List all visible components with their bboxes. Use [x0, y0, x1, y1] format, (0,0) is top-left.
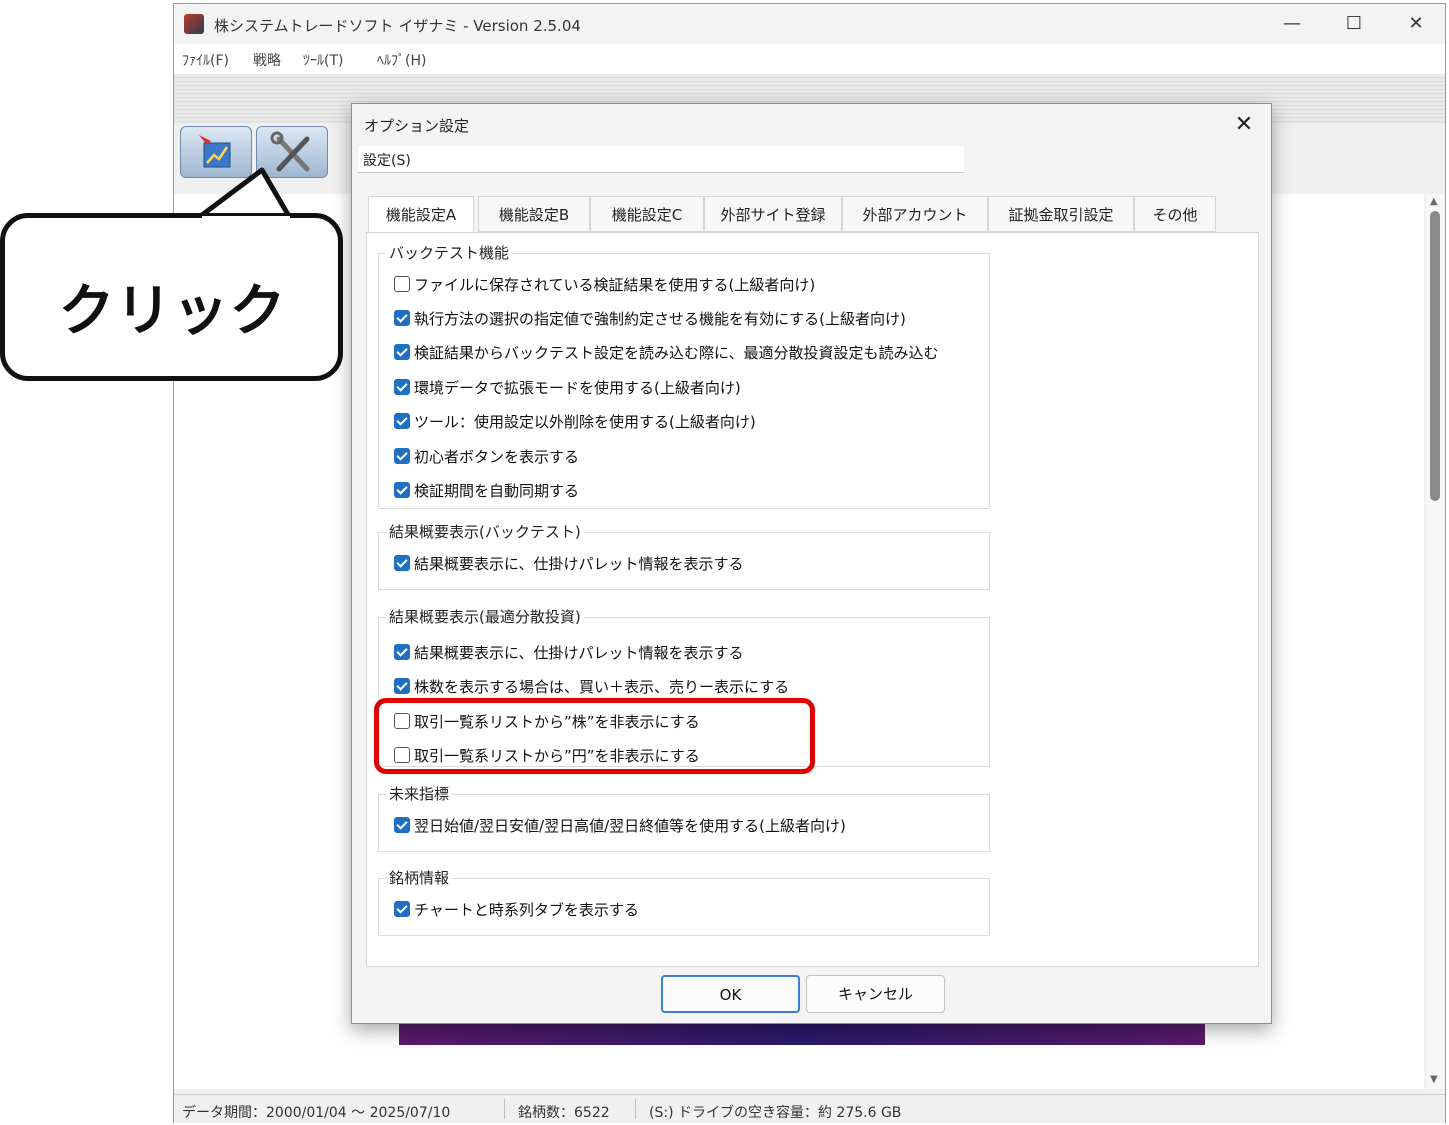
chart-icon — [199, 135, 231, 168]
checkbox-label: ツール：使用設定以外削除を使用する(上級者向け) — [414, 413, 756, 431]
checkbox[interactable] — [394, 413, 410, 429]
menu-tools[interactable]: ﾂｰﾙ(T) — [303, 50, 343, 70]
callout-tail-cover — [202, 216, 290, 228]
callout-text: クリック — [58, 279, 287, 344]
checkbox[interactable] — [394, 379, 410, 395]
title-bar: 株システムトレードソフト イザナミ - Version 2.5.04 — ☐ ✕ — [174, 4, 1445, 44]
window-close-button[interactable]: ✕ — [1394, 10, 1438, 38]
highlight-annotation — [374, 698, 815, 774]
checkbox[interactable] — [394, 344, 410, 360]
checkbox-label: 株数を表示する場合は、買い＋表示、売りー表示にする — [414, 678, 790, 696]
menu-help[interactable]: ﾍﾙﾌﾟ(H) — [377, 50, 426, 70]
group-title: バックテスト機能 — [386, 242, 513, 263]
window-title: 株システムトレードソフト イザナミ - Version 2.5.04 — [214, 17, 581, 35]
checkbox[interactable] — [394, 482, 410, 498]
menu-file[interactable]: ﾌｧｲﾙ(F) — [182, 50, 229, 70]
status-data-period: データ期間：2000/01/04 ～ 2025/07/10 — [182, 1105, 451, 1121]
status-drive-space: (S:) ドライブの空き容量：約 275.6 GB — [649, 1105, 902, 1121]
tab-external-accounts[interactable]: 外部アカウント — [842, 196, 988, 232]
tab-panel: バックテスト機能 ファイルに保存されている検証結果を使用する(上級者向け) 執行… — [366, 232, 1259, 967]
dialog-title: オプション設定 — [364, 117, 470, 135]
checkbox-label: 翌日始値/翌日安値/翌日高値/翌日終値等を使用する(上級者向け) — [414, 817, 846, 835]
status-bar: データ期間：2000/01/04 ～ 2025/07/10 銘柄数：6522 (… — [174, 1094, 1445, 1123]
status-stock-count: 銘柄数：6522 — [518, 1105, 610, 1121]
checkbox-label: 結果概要表示に、仕掛けパレット情報を表示する — [414, 555, 744, 573]
checkbox-label: 初心者ボタンを表示する — [414, 448, 580, 466]
menu-strategy[interactable]: 戦略 — [253, 50, 281, 70]
scroll-down-arrow-icon[interactable]: ▼ — [1430, 1074, 1438, 1085]
tab-features-c[interactable]: 機能設定C — [590, 196, 704, 232]
tab-features-a[interactable]: 機能設定A — [368, 196, 474, 233]
maximize-button[interactable]: ☐ — [1332, 10, 1376, 38]
status-divider — [635, 1099, 636, 1119]
checkbox[interactable] — [394, 817, 410, 833]
checkbox[interactable] — [394, 901, 410, 917]
dialog-close-button[interactable]: ✕ — [1228, 110, 1260, 140]
group-title: 結果概要表示(最適分散投資) — [386, 606, 584, 627]
checkbox[interactable] — [394, 644, 410, 660]
checkbox-label: ファイルに保存されている検証結果を使用する(上級者向け) — [414, 276, 816, 294]
tab-margin-trading[interactable]: 証拠金取引設定 — [988, 196, 1134, 232]
checkbox-label: 執行方法の選択の指定値で強制約定させる機能を有効にする(上級者向け) — [414, 310, 906, 328]
checkbox[interactable] — [394, 678, 410, 694]
checkbox-label: チャートと時系列タブを表示する — [414, 901, 639, 919]
options-dialog: オプション設定 ✕ 設定(S) 機能設定A 機能設定B 機能設定C 外部サイト登… — [351, 103, 1272, 1024]
click-callout: クリック — [0, 213, 343, 381]
group-title: 未来指標 — [386, 783, 453, 804]
checkbox-label: 検証期間を自動同期する — [414, 482, 580, 500]
tools-icon — [270, 131, 310, 172]
scroll-up-arrow-icon[interactable]: ▲ — [1430, 196, 1438, 207]
menu-bar: ﾌｧｲﾙ(F) 戦略 ﾂｰﾙ(T) ﾍﾙﾌﾟ(H) — [174, 44, 1445, 75]
dialog-menu-settings[interactable]: 設定(S) — [363, 150, 411, 170]
cancel-button[interactable]: キャンセル — [806, 975, 945, 1013]
scrollbar-thumb[interactable] — [1430, 211, 1440, 501]
dialog-menu-bar: 設定(S) — [358, 146, 964, 173]
tab-strip: 機能設定A 機能設定B 機能設定C 外部サイト登録 外部アカウント 証拠金取引設… — [368, 196, 1248, 233]
checkbox-label: 環境データで拡張モードを使用する(上級者向け) — [414, 379, 741, 397]
tools-button[interactable] — [256, 126, 328, 178]
app-icon — [184, 14, 204, 34]
status-divider — [504, 1099, 505, 1119]
tab-external-sites[interactable]: 外部サイト登録 — [704, 196, 842, 232]
minimize-button[interactable]: — — [1270, 10, 1314, 38]
checkbox[interactable] — [394, 310, 410, 326]
checkbox[interactable] — [394, 555, 410, 571]
tab-features-b[interactable]: 機能設定B — [478, 196, 590, 232]
ok-button[interactable]: OK — [661, 975, 800, 1013]
chart-button[interactable] — [180, 126, 252, 178]
checkbox-label: 検証結果からバックテスト設定を読み込む際に、最適分散投資設定も読み込む — [414, 344, 939, 362]
group-title: 銘柄情報 — [386, 867, 453, 888]
group-title: 結果概要表示(バックテスト) — [386, 521, 584, 542]
checkbox[interactable] — [394, 276, 410, 292]
checkbox[interactable] — [394, 448, 410, 464]
checkbox-label: 結果概要表示に、仕掛けパレット情報を表示する — [414, 644, 744, 662]
tab-other[interactable]: その他 — [1134, 196, 1216, 232]
